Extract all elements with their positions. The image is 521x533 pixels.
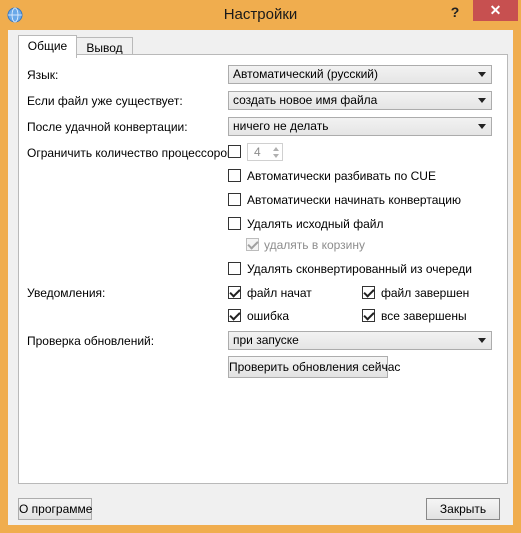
chevron-down-icon bbox=[478, 72, 486, 77]
remove-converted-checkbox[interactable] bbox=[228, 262, 241, 275]
delete-source-checkbox[interactable] bbox=[228, 217, 241, 230]
notify-started-label: файл начат bbox=[247, 286, 312, 300]
delete-source-label: Удалять исходный файл bbox=[247, 217, 384, 231]
close-window-button[interactable]: ✕ bbox=[473, 0, 518, 21]
chevron-down-icon bbox=[478, 98, 486, 103]
notify-started-checkbox[interactable] bbox=[228, 286, 241, 299]
chevron-down-icon bbox=[478, 124, 486, 129]
notifications-label: Уведомления: bbox=[27, 286, 106, 300]
check-updates-label: Проверка обновлений: bbox=[27, 334, 155, 348]
notify-finished-checkbox[interactable] bbox=[362, 286, 375, 299]
split-cue-checkbox[interactable] bbox=[228, 169, 241, 182]
check-updates-select[interactable]: при запуске bbox=[228, 331, 492, 350]
auto-start-label: Автоматически начинать конвертацию bbox=[247, 193, 461, 207]
remove-converted-label: Удалять сконвертированный из очереди bbox=[247, 262, 472, 276]
limit-cpu-checkbox[interactable] bbox=[228, 145, 241, 158]
language-select[interactable]: Автоматический (русский) bbox=[228, 65, 492, 84]
notify-error-label: ошибка bbox=[247, 309, 290, 323]
cpu-count-value: 4 bbox=[254, 145, 261, 159]
dialog-client-area: Общие Вывод Язык: Автоматический (русски… bbox=[8, 30, 513, 525]
after-conversion-select[interactable]: ничего не делать bbox=[228, 117, 492, 136]
notify-all-done-label: все завершены bbox=[381, 309, 467, 323]
notify-all-done-checkbox[interactable] bbox=[362, 309, 375, 322]
tab-general[interactable]: Общие bbox=[18, 35, 77, 58]
notify-finished-label: файл завершен bbox=[381, 286, 470, 300]
check-updates-select-value: при запуске bbox=[233, 333, 299, 347]
after-conversion-select-value: ничего не делать bbox=[233, 119, 329, 133]
spin-up-icon bbox=[273, 147, 279, 151]
recycle-bin-label: удалять в корзину bbox=[264, 238, 365, 252]
cpu-count-spinner[interactable]: 4 bbox=[247, 143, 283, 161]
notify-error-checkbox[interactable] bbox=[228, 309, 241, 322]
title-bar: Настройки ? ✕ bbox=[0, 0, 521, 30]
after-conversion-label: После удачной конвертации: bbox=[27, 120, 188, 134]
file-exists-select-value: создать новое имя файла bbox=[233, 93, 378, 107]
language-select-value: Автоматический (русский) bbox=[233, 67, 378, 81]
file-exists-label: Если файл уже существует: bbox=[27, 94, 183, 108]
split-cue-label: Автоматически разбивать по CUE bbox=[247, 169, 436, 183]
close-button[interactable]: Закрыть bbox=[426, 498, 500, 520]
general-tab-panel: Язык: Автоматический (русский) Если файл… bbox=[18, 54, 508, 484]
chevron-down-icon bbox=[478, 338, 486, 343]
file-exists-select[interactable]: создать новое имя файла bbox=[228, 91, 492, 110]
auto-start-checkbox[interactable] bbox=[228, 193, 241, 206]
settings-window: Настройки ? ✕ Общие Вывод Язык: Автомати… bbox=[0, 0, 521, 533]
language-label: Язык: bbox=[27, 68, 59, 82]
check-updates-now-button[interactable]: Проверить обновления сейчас bbox=[228, 356, 400, 378]
recycle-bin-checkbox[interactable] bbox=[246, 238, 259, 251]
help-button[interactable]: ? bbox=[443, 2, 467, 22]
limit-cpu-label: Ограничить количество процессоров: bbox=[27, 146, 237, 160]
about-button[interactable]: О программе bbox=[18, 498, 92, 520]
spin-down-icon bbox=[273, 154, 279, 158]
